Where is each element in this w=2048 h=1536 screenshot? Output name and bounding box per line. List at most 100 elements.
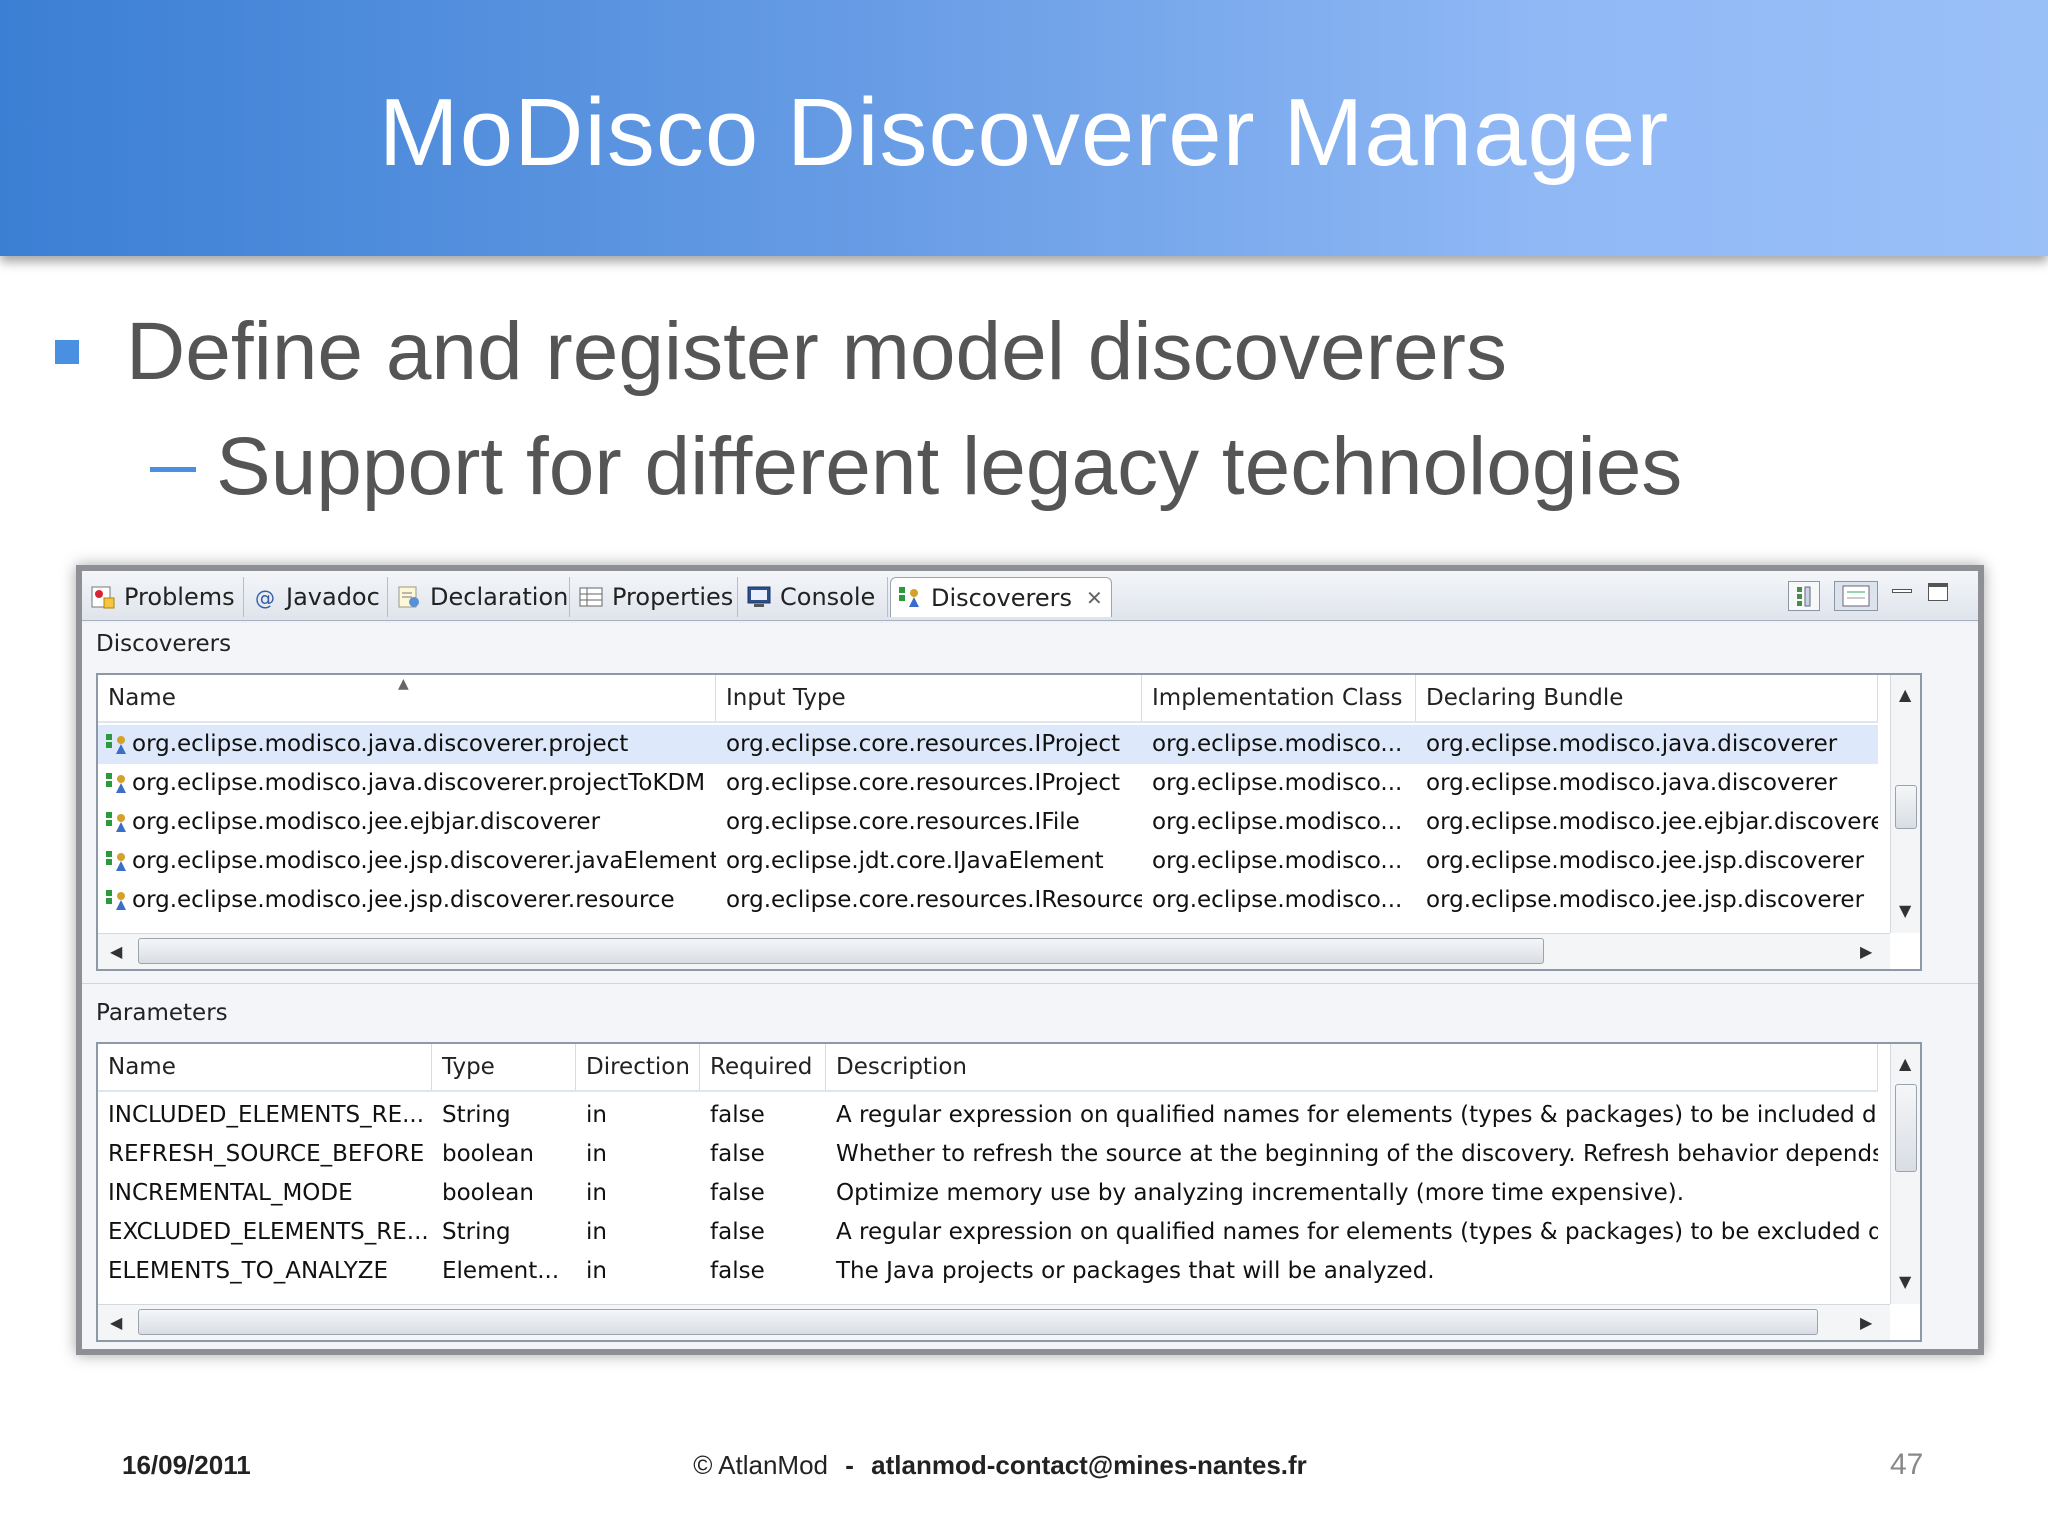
cell-description: A regular expression on qualified names … xyxy=(836,1102,1878,1128)
javadoc-icon: @ xyxy=(252,584,278,610)
column-header-description[interactable]: Description xyxy=(826,1044,1878,1090)
horizontal-scrollbar[interactable]: ◀ ▶ xyxy=(98,1304,1890,1340)
problems-icon xyxy=(90,584,116,610)
discoverer-icon xyxy=(104,732,130,758)
footer-email[interactable]: atlanmod-contact@mines-nantes.fr xyxy=(871,1450,1307,1480)
table-row[interactable]: REFRESH_SOURCE_BEFORE boolean in false W… xyxy=(98,1135,1878,1174)
layout-toggle-button[interactable] xyxy=(1788,581,1820,611)
cell-required: false xyxy=(710,1258,765,1284)
scroll-left-icon[interactable]: ◀ xyxy=(110,942,122,961)
cell-required: false xyxy=(710,1141,765,1167)
column-header-implementation-class[interactable]: Implementation Class xyxy=(1142,675,1416,721)
table-row[interactable]: INCLUDED_ELEMENTS_RE... String in false … xyxy=(98,1096,1878,1135)
tab-console[interactable]: Console xyxy=(740,577,888,617)
cell-implementation-class: org.eclipse.modisco... xyxy=(1152,770,1403,796)
console-icon xyxy=(746,584,772,610)
table-row[interactable]: EXCLUDED_ELEMENTS_RE... String in false … xyxy=(98,1213,1878,1252)
column-header-type[interactable]: Type xyxy=(432,1044,576,1090)
table-header: Name ▲ Input Type Implementation Class D… xyxy=(98,675,1878,723)
table-row[interactable]: org.eclipse.modisco.jee.jsp.discoverer.j… xyxy=(98,842,1878,881)
cell-input-type: org.eclipse.core.resources.IProject xyxy=(726,770,1121,796)
cell-name: INCREMENTAL_MODE xyxy=(108,1180,353,1206)
scroll-up-icon[interactable]: ▲ xyxy=(1899,685,1911,704)
column-header-required[interactable]: Required xyxy=(700,1044,826,1090)
footer-copyright: © AtlanMod xyxy=(693,1450,828,1480)
cell-name: org.eclipse.modisco.jee.jsp.discoverer.r… xyxy=(132,887,675,913)
discoverer-icon xyxy=(104,888,130,914)
cell-direction: in xyxy=(586,1219,607,1245)
discoverer-icon xyxy=(104,771,130,797)
list-layout-icon xyxy=(1842,585,1870,607)
cell-type: boolean xyxy=(442,1180,534,1206)
column-header-declaring-bundle[interactable]: Declaring Bundle xyxy=(1416,675,1878,721)
horizontal-scrollbar[interactable]: ◀ ▶ xyxy=(98,933,1890,969)
vertical-scrollbar[interactable]: ▲ ▼ xyxy=(1890,1044,1920,1304)
bullet-level2: Support for different legacy technologie… xyxy=(216,421,1683,512)
scroll-left-icon[interactable]: ◀ xyxy=(110,1313,122,1332)
cell-direction: in xyxy=(586,1141,607,1167)
scroll-down-icon[interactable]: ▼ xyxy=(1899,1272,1911,1291)
maximize-icon[interactable] xyxy=(1928,583,1948,601)
tab-label: Javadoc xyxy=(286,583,380,611)
footer-separator: - xyxy=(845,1450,854,1480)
eclipse-view-screenshot: Problems @ Javadoc Declaration Propertie… xyxy=(76,565,1984,1355)
dash-marker xyxy=(150,467,196,472)
cell-required: false xyxy=(710,1219,765,1245)
table-row[interactable]: INCREMENTAL_MODE boolean in false Optimi… xyxy=(98,1174,1878,1213)
table-row[interactable]: org.eclipse.modisco.java.discoverer.proj… xyxy=(98,725,1878,764)
tab-problems[interactable]: Problems xyxy=(84,577,244,617)
table-header: Name Type Direction Required Description xyxy=(98,1044,1878,1092)
scroll-up-icon[interactable]: ▲ xyxy=(1899,1054,1911,1073)
close-icon[interactable]: ✕ xyxy=(1086,586,1103,610)
cell-declaring-bundle: org.eclipse.modisco.jee.jsp.discoverer xyxy=(1426,848,1865,874)
cell-direction: in xyxy=(586,1258,607,1284)
cell-name: org.eclipse.modisco.jee.ejbjar.discovere… xyxy=(132,809,601,835)
column-header-name[interactable]: Name ▲ xyxy=(98,675,716,721)
scroll-down-icon[interactable]: ▼ xyxy=(1899,901,1911,920)
scroll-thumb[interactable] xyxy=(138,1309,1818,1335)
properties-icon xyxy=(578,584,604,610)
sort-ascending-icon: ▲ xyxy=(398,676,409,692)
parameters-table: Name Type Direction Required Description… xyxy=(96,1042,1922,1342)
cell-description: Optimize memory use by analyzing increme… xyxy=(836,1180,1685,1206)
parameters-pane: Parameters Name Type Direction Required … xyxy=(82,983,1978,1349)
tab-declaration[interactable]: Declaration xyxy=(390,577,570,617)
bullet-marker xyxy=(55,340,79,364)
vertical-scrollbar[interactable]: ▲ ▼ xyxy=(1890,675,1920,933)
minimize-icon[interactable] xyxy=(1892,589,1912,593)
cell-declaring-bundle: org.eclipse.modisco.java.discoverer xyxy=(1426,770,1838,796)
scroll-thumb[interactable] xyxy=(138,938,1544,964)
column-header-input-type[interactable]: Input Type xyxy=(716,675,1142,721)
column-header-direction[interactable]: Direction xyxy=(576,1044,700,1090)
tab-properties[interactable]: Properties xyxy=(572,577,738,617)
scroll-right-icon[interactable]: ▶ xyxy=(1860,942,1872,961)
declaration-icon xyxy=(396,584,422,610)
table-row[interactable]: ELEMENTS_TO_ANALYZE Element... in false … xyxy=(98,1252,1878,1291)
cell-type: String xyxy=(442,1102,511,1128)
cell-implementation-class: org.eclipse.modisco... xyxy=(1152,848,1403,874)
cell-name: org.eclipse.modisco.jee.jsp.discoverer.j… xyxy=(132,848,716,874)
tab-label: Properties xyxy=(612,583,734,611)
discoverers-pane: Discoverers Name ▲ Input Type Implementa… xyxy=(82,623,1978,983)
scroll-thumb[interactable] xyxy=(1895,1084,1917,1172)
grid-layout-icon xyxy=(1797,586,1811,607)
tab-javadoc[interactable]: @ Javadoc xyxy=(246,577,388,617)
slide-title: MoDisco Discoverer Manager xyxy=(378,79,1670,186)
column-header-name[interactable]: Name xyxy=(98,1044,432,1090)
table-row[interactable]: org.eclipse.modisco.java.discoverer.proj… xyxy=(98,764,1878,803)
table-row[interactable]: org.eclipse.modisco.jee.ejbjar.discovere… xyxy=(98,803,1878,842)
cell-name: org.eclipse.modisco.java.discoverer.proj… xyxy=(132,731,629,757)
cell-required: false xyxy=(710,1180,765,1206)
discoverers-icon xyxy=(897,585,923,611)
discoverers-label: Discoverers xyxy=(96,631,232,657)
page-number: 47 xyxy=(1890,1448,1924,1481)
cell-required: false xyxy=(710,1102,765,1128)
scroll-thumb[interactable] xyxy=(1895,785,1917,829)
list-layout-button[interactable] xyxy=(1834,581,1878,611)
footer-center: © AtlanMod - atlanmod-contact@mines-nant… xyxy=(0,1450,2000,1481)
tab-discoverers[interactable]: Discoverers ✕ xyxy=(890,577,1112,617)
scroll-right-icon[interactable]: ▶ xyxy=(1860,1313,1872,1332)
cell-direction: in xyxy=(586,1102,607,1128)
table-row[interactable]: org.eclipse.modisco.jee.jsp.discoverer.r… xyxy=(98,881,1878,920)
title-banner: MoDisco Discoverer Manager xyxy=(0,0,2048,256)
